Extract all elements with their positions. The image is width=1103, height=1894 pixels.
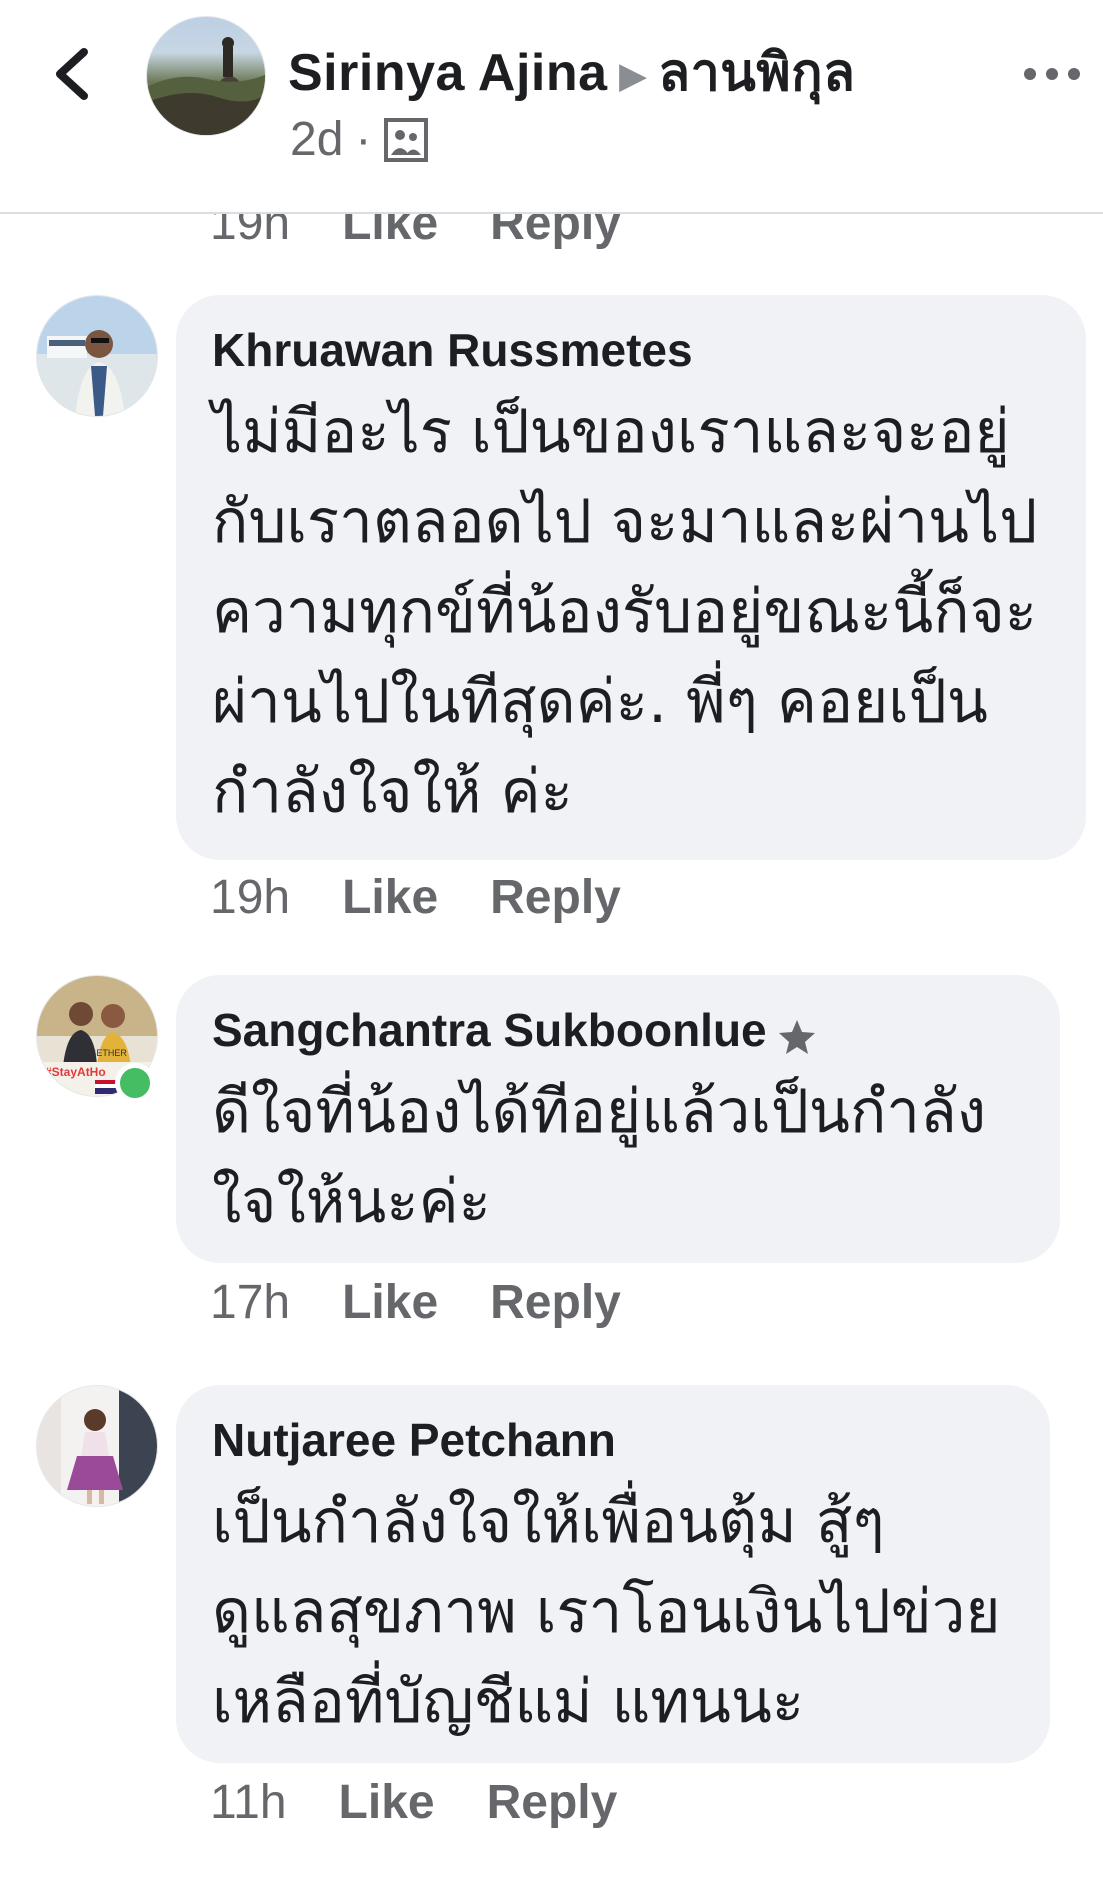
comment-bubble: Khruawan Russmetes ไม่มีอะไร เป็นของเราแ… [176,295,1086,860]
group-icon [383,117,429,163]
avatar-photo [37,296,157,416]
commenter-name[interactable]: Nutjaree Petchann [212,1413,1014,1467]
comment-actions: 11h Like Reply [210,1775,617,1830]
more-horizontal-icon [1024,68,1036,80]
commenter-avatar[interactable] [36,295,158,417]
like-button[interactable]: Like [339,1775,435,1830]
post-meta: 2d · [290,112,429,167]
comment-bubble: Nutjaree Petchann เป็นกำลังใจให้เพื่อนตุ… [176,1385,1050,1763]
comment-time: 11h [210,1776,287,1829]
more-dot [1068,68,1080,80]
more-dot [1046,68,1058,80]
reply-button[interactable]: Reply [487,1775,618,1830]
separator: · [355,113,372,166]
avatar-frame-text: TOGETHER [77,1048,127,1058]
post-title: Sirinya Ajina ▶ ลานพิกุล [288,30,855,113]
commenter-avatar[interactable] [36,1385,158,1507]
author-name[interactable]: Sirinya Ajina [288,44,608,102]
chevron-left-icon [56,48,88,100]
author-avatar[interactable] [146,16,266,136]
like-button[interactable]: Like [342,1275,438,1330]
comment-actions: 19h Like Reply [210,870,621,925]
post-time: 2d [290,113,344,166]
commenter-name[interactable]: Sangchantra Sukboonlue [212,1004,767,1056]
comment-time: 17h [210,1276,291,1329]
comment-text: ดีใจที่น้องได้ทีอยู่แล้วเป็นกำลัง ใจให้น… [212,1077,987,1237]
reply-button[interactable]: Reply [490,870,621,925]
commenter-name-row: Sangchantra Sukboonlue [212,1003,1024,1057]
avatar-photo [37,1386,157,1506]
top-fan-star-icon [777,1014,817,1054]
comment-text: เป็นกำลังใจให้เพื่อนตุ้ม สู้ๆ ดูแลสุขภาพ… [212,1487,1001,1737]
group-name[interactable]: ลานพิกุล [658,44,855,102]
comment-actions: 17h Like Reply [210,1275,621,1330]
avatar-frame-text: #StayAtHo [45,1065,106,1079]
arrow-icon: ▶ [619,57,647,96]
comment-time: 19h [210,871,291,924]
post-header: Sirinya Ajina ▶ ลานพิกุล 2d · [0,0,1103,214]
comment-bubble: Sangchantra Sukboonlue ดีใจที่น้องได้ทีอ… [176,975,1060,1263]
comment-text: ไม่มีอะไร เป็นของเราและจะอยู่ กับเราตลอด… [212,397,1038,827]
reply-button[interactable]: Reply [490,1275,621,1330]
avatar-photo [147,37,265,135]
back-button[interactable] [48,44,98,104]
commenter-name[interactable]: Khruawan Russmetes [212,323,1050,377]
more-options-button[interactable] [1024,58,1084,88]
online-status-indicator [115,1063,155,1103]
like-button[interactable]: Like [342,870,438,925]
